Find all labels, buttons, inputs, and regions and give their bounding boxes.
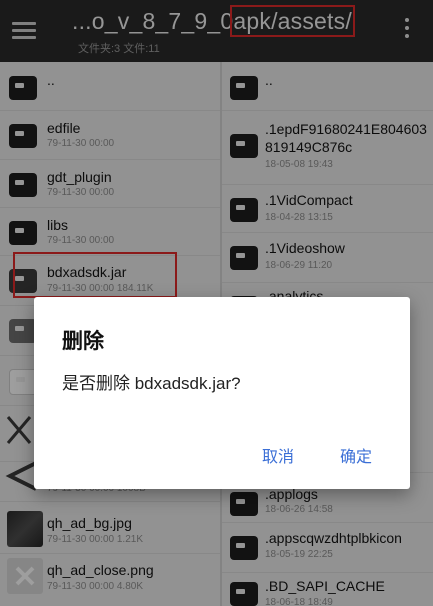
cancel-button[interactable]: 取消 (262, 443, 294, 467)
dialog-title: 删除 (62, 330, 104, 353)
confirm-button[interactable]: 确定 (340, 443, 372, 467)
dialog-message: 是否删除 bdxadsdk.jar? (62, 374, 241, 393)
delete-dialog: 删除 是否删除 bdxadsdk.jar? 取消 确定 (34, 297, 410, 489)
